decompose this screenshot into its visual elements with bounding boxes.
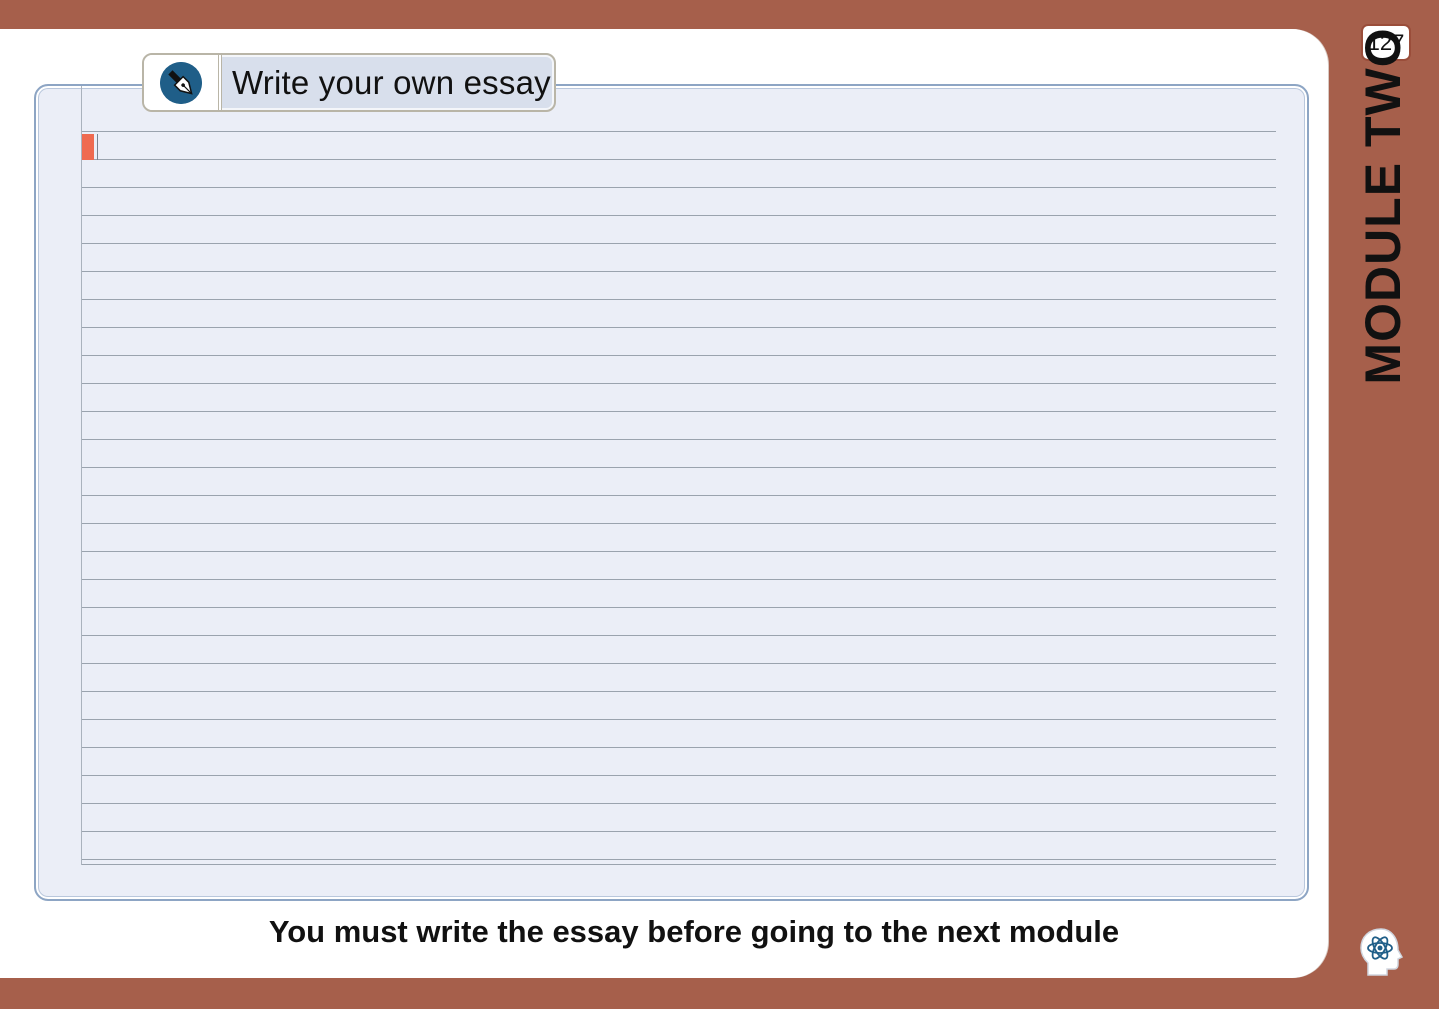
text-cursor-marker xyxy=(82,134,94,160)
page-title: Write your own essay xyxy=(232,64,551,101)
pen-nib-icon xyxy=(160,62,202,104)
ruled-lines xyxy=(81,86,1276,865)
module-label: MODULE TWO xyxy=(1355,27,1411,385)
text-caret xyxy=(97,134,98,160)
essay-title-tab: Write your own essay xyxy=(142,53,556,112)
instruction-note: You must write the essay before going to… xyxy=(268,914,1120,949)
tab-icon-cell xyxy=(144,55,222,110)
head-atom-icon xyxy=(1360,928,1404,976)
